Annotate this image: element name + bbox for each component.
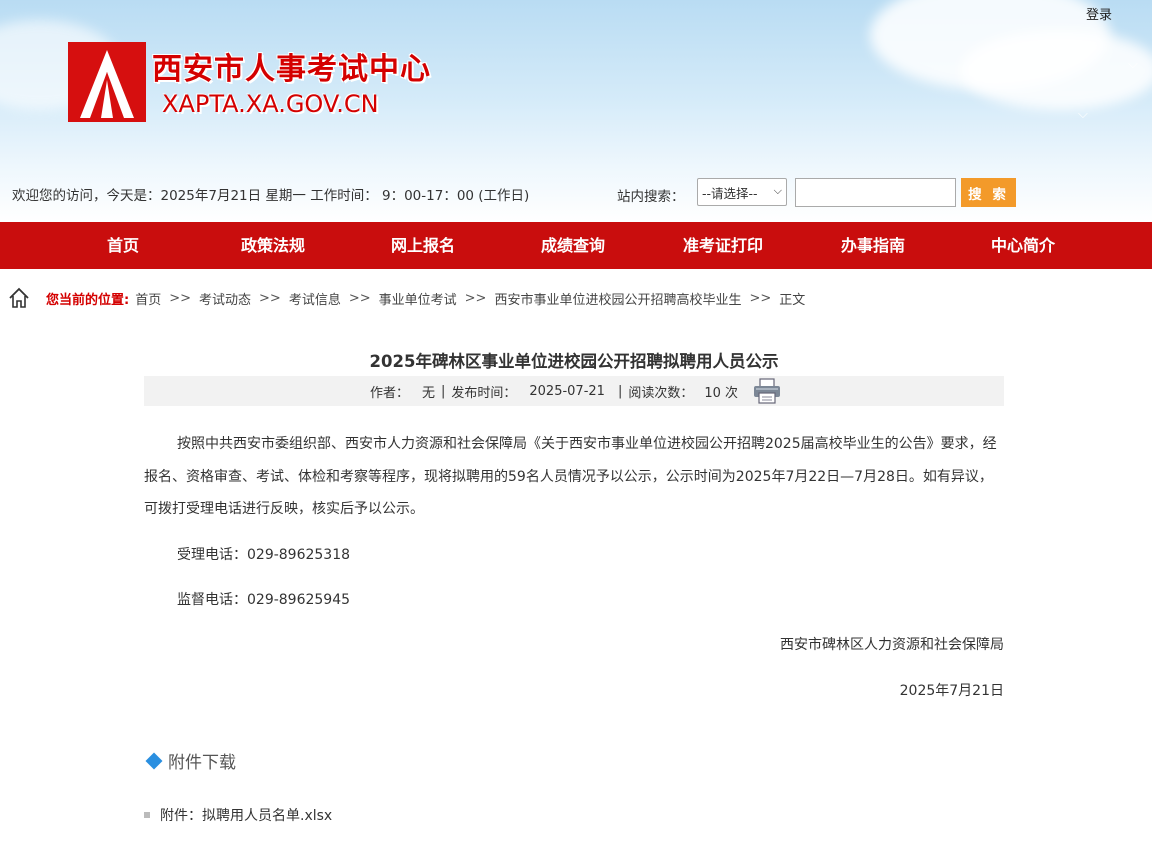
article-meta: 作者： 无 | 发布时间： 2025-07-21 | 阅读次数： 10 次	[144, 376, 1004, 406]
attachment-link[interactable]: 拟聘用人员名单.xlsx	[202, 805, 332, 825]
search-button[interactable]: 搜 索	[961, 178, 1016, 207]
breadcrumb-separator: >>	[169, 290, 192, 306]
breadcrumb-label: 您当前的位置:	[46, 292, 130, 308]
logo-icon	[68, 42, 146, 122]
home-icon[interactable]	[8, 287, 30, 309]
date-value: 2025-07-21	[529, 383, 605, 399]
nav-item-about[interactable]: 中心简介	[948, 222, 1098, 269]
bird-icon: ⌵	[1128, 57, 1138, 72]
accept-phone: 受理电话：029-89625318	[177, 546, 351, 563]
nav-item-admission-ticket[interactable]: 准考证打印	[648, 222, 798, 269]
article-title: 2025年碑林区事业单位进校园公开招聘拟聘用人员公示	[369, 352, 779, 371]
date-label: 发布时间：	[451, 385, 517, 401]
author-value: 无	[421, 385, 435, 401]
breadcrumb-exam-info[interactable]: 考试信息	[289, 289, 341, 308]
nav-item-scores[interactable]: 成绩查询	[498, 222, 648, 269]
search-category-select[interactable]: --请选择-- ⌵	[697, 178, 787, 206]
search-input[interactable]	[795, 178, 956, 207]
attachment-item: 附件： 拟聘用人员名单.xlsx	[144, 805, 332, 825]
header-banner: ⌵ ⌵ ⌵ ⌵ 登录 西安市人事考试中心 XAPTA.XA.GOV.CN 欢迎您…	[0, 0, 1152, 222]
author-label: 作者：	[369, 385, 409, 401]
breadcrumb-separator: >>	[464, 290, 487, 306]
attachments-heading: 附件下载	[144, 748, 236, 773]
views-label: 阅读次数：	[628, 385, 694, 401]
nav-item-policy[interactable]: 政策法规	[198, 222, 348, 269]
article-body: 按照中共西安市委组织部、西安市人力资源和社会保障局《关于西安市事业单位进校园公开…	[144, 428, 1004, 617]
bird-icon: ⌵	[1078, 107, 1088, 122]
main-nav: 首页 政策法规 网上报名 成绩查询 准考证打印 办事指南 中心简介	[0, 222, 1152, 269]
sign-date: 2025年7月21日	[899, 683, 1004, 699]
breadcrumb-separator: >>	[348, 290, 371, 306]
login-link[interactable]: 登录	[1086, 4, 1112, 23]
views-value: 10 次	[704, 385, 739, 401]
breadcrumb-current: 正文	[779, 292, 806, 308]
breadcrumb-separator: >>	[749, 290, 772, 306]
bullet-icon	[144, 812, 150, 818]
attachment-prefix: 附件：	[160, 808, 202, 824]
nav-item-guide[interactable]: 办事指南	[798, 222, 948, 269]
meta-divider: |	[440, 383, 446, 399]
breadcrumb-institution-exam[interactable]: 事业单位考试	[379, 289, 457, 308]
site-url: XAPTA.XA.GOV.CN	[162, 90, 379, 118]
breadcrumb-separator: >>	[259, 290, 281, 306]
bird-icon: ⌵	[1045, 55, 1055, 70]
nav-item-registration[interactable]: 网上报名	[348, 222, 498, 269]
search-label: 站内搜索：	[617, 189, 685, 205]
supervise-phone: 监督电话：029-89625945	[177, 592, 351, 608]
meta-divider: |	[617, 383, 623, 399]
breadcrumb-exam-news[interactable]: 考试动态	[199, 289, 251, 308]
site-name: 西安市人事考试中心	[152, 52, 431, 87]
diamond-icon	[145, 752, 163, 769]
search-select-value: --请选择--	[702, 185, 758, 201]
breadcrumb-campus-recruitment[interactable]: 西安市事业单位进校园公开招聘高校毕业生	[494, 289, 741, 308]
bird-icon: ⌵	[1050, 37, 1060, 52]
attachments-heading-text: 附件下载	[168, 753, 236, 773]
article-paragraph: 按照中共西安市委组织部、西安市人力资源和社会保障局《关于西安市事业单位进校园公开…	[144, 436, 997, 517]
welcome-text: 欢迎您的访问，今天是：2025年7月21日 星期一 工作时间： 9：00-17：…	[12, 188, 530, 204]
chevron-down-icon: ⌵	[773, 184, 782, 197]
breadcrumb-home[interactable]: 首页	[135, 289, 161, 308]
signature: 西安市碑林区人力资源和社会保障局	[780, 637, 1004, 653]
breadcrumb: 您当前的位置: 首页 >> 考试动态 >> 考试信息 >> 事业单位考试 >> …	[8, 284, 805, 312]
nav-item-home[interactable]: 首页	[48, 222, 198, 269]
print-icon[interactable]	[753, 378, 781, 404]
